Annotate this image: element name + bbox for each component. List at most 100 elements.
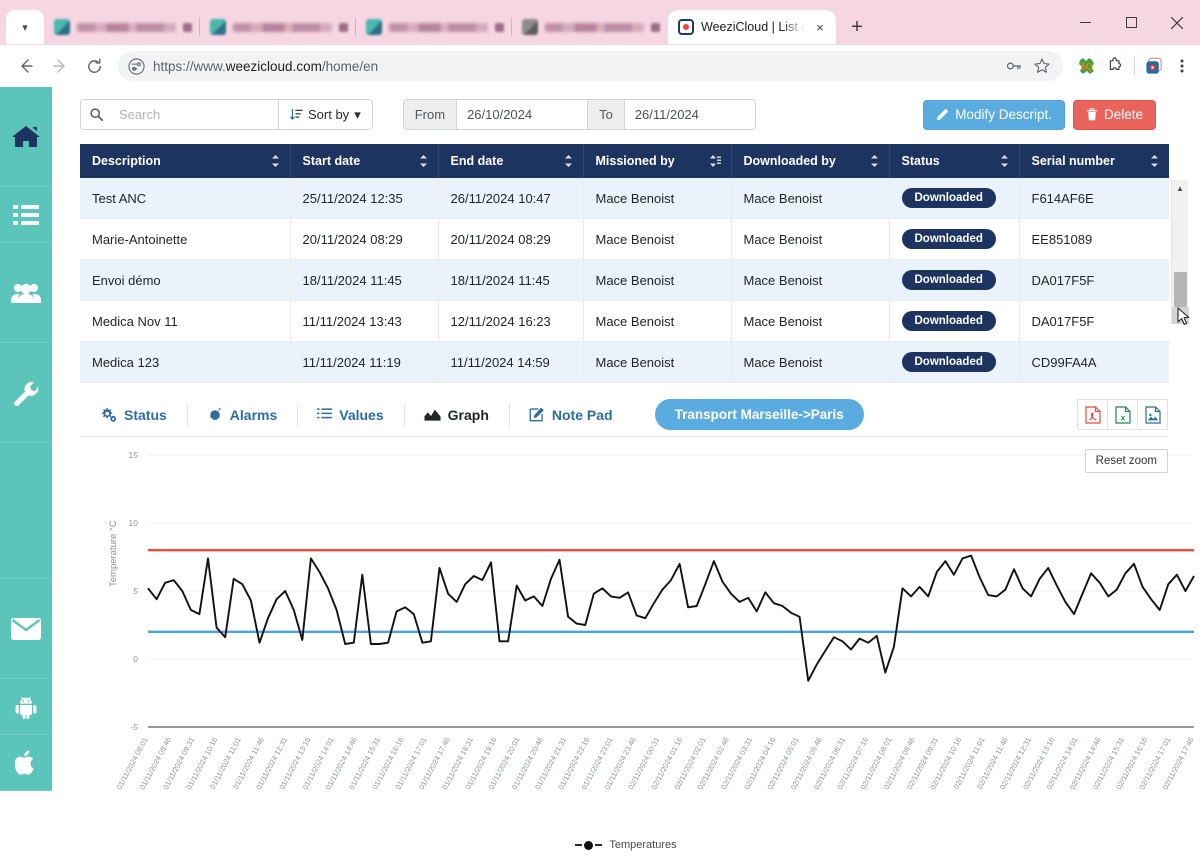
column-label: Start date xyxy=(302,154,361,168)
modify-description-button[interactable]: Modify Descript. xyxy=(923,99,1065,130)
close-icon[interactable] xyxy=(495,22,504,32)
tab-list-chevron-icon[interactable]: ▾ xyxy=(6,10,44,44)
cell-description: Marie-Antoinette xyxy=(80,218,291,260)
cell-missioned-by: Mace Benoist xyxy=(583,300,732,342)
close-icon[interactable] xyxy=(651,22,660,32)
browser-tab[interactable] xyxy=(199,10,356,44)
browser-tab[interactable] xyxy=(355,10,512,44)
active-browser-tab[interactable]: WeeziCloud | List of m × xyxy=(668,10,836,44)
reload-button[interactable] xyxy=(78,50,110,82)
column-label: Description xyxy=(92,154,161,168)
tab-values[interactable]: Values xyxy=(297,393,403,437)
sort-toggle-icon xyxy=(271,155,279,167)
table-header-row: Description Start date End date Missione… xyxy=(80,144,1169,178)
column-header-start-date[interactable]: Start date xyxy=(290,144,439,178)
main-content: Sort by ▾ From 26/10/2024 To 26/11/2024 xyxy=(52,87,1200,851)
tab-note-pad[interactable]: Note Pad xyxy=(508,393,633,437)
cell-start-date: 11/11/2024 13:43 xyxy=(290,300,439,342)
sort-icon xyxy=(290,108,303,120)
table-row[interactable]: Test ANC 25/11/2024 12:35 26/11/2024 10:… xyxy=(80,178,1169,219)
table-row[interactable]: Envoi démo 18/11/2024 11:45 18/11/2024 1… xyxy=(80,259,1169,301)
chart-y-axis-label: Temperature °C xyxy=(108,520,119,587)
column-label: Missioned by xyxy=(595,154,675,168)
tab-graph[interactable]: Graph xyxy=(403,393,509,437)
search-input[interactable] xyxy=(111,99,279,130)
cell-end-date: 20/11/2024 08:29 xyxy=(438,218,584,260)
minimize-button[interactable] xyxy=(1062,0,1108,45)
column-header-missioned-by[interactable]: Missioned by xyxy=(583,144,732,178)
tab-alarms-label: Alarms xyxy=(229,406,278,423)
delete-button[interactable]: Delete xyxy=(1072,99,1156,130)
forward-button[interactable] xyxy=(44,50,76,82)
sidebar-item-home[interactable] xyxy=(0,87,52,187)
export-excel-icon: x xyxy=(1114,405,1131,424)
sidebar-item-messages[interactable] xyxy=(0,579,52,679)
site-settings-icon[interactable] xyxy=(128,57,145,75)
reset-zoom-button[interactable]: Reset zoom xyxy=(1084,449,1168,473)
column-header-end-date[interactable]: End date xyxy=(438,144,584,178)
column-header-status[interactable]: Status xyxy=(889,144,1020,178)
maximize-button[interactable] xyxy=(1108,0,1154,45)
profile-avatar-icon[interactable] xyxy=(1144,56,1165,77)
table-row[interactable]: Marie-Antoinette 20/11/2024 08:29 20/11/… xyxy=(80,218,1169,260)
chart-canvas[interactable]: 151050-501/11/2024 08:0101/11/2024 08:46… xyxy=(52,437,1200,837)
sidebar-item-android[interactable] xyxy=(0,679,52,735)
cell-downloaded-by: Mace Benoist xyxy=(731,178,890,219)
cell-serial-number: EE851089 xyxy=(1019,218,1169,260)
chart-icon xyxy=(424,409,441,421)
tab-alarms[interactable]: Alarms xyxy=(186,393,297,437)
table-scrollbar[interactable]: ▲ ▼ xyxy=(1171,180,1189,324)
cell-end-date: 12/11/2024 16:23 xyxy=(438,300,584,342)
cell-status: Downloaded xyxy=(889,218,1020,260)
close-icon[interactable]: × xyxy=(812,20,828,35)
tab-strip: ▾ WeeziCloud | List of m × + xyxy=(0,0,1200,45)
scroll-up-icon[interactable]: ▲ xyxy=(1172,180,1189,197)
sidebar-item-apple[interactable] xyxy=(0,735,52,791)
sort-by-label: Sort by xyxy=(308,107,350,122)
column-header-downloaded-by[interactable]: Downloaded by xyxy=(731,144,890,178)
tab-status[interactable]: Status xyxy=(80,393,187,437)
sort-by-dropdown[interactable]: Sort by ▾ xyxy=(279,99,373,130)
cell-serial-number: DA017F5F xyxy=(1019,300,1169,342)
cell-status: Downloaded xyxy=(889,259,1020,301)
tab-favicon xyxy=(366,19,382,35)
close-icon[interactable] xyxy=(339,22,348,32)
address-bar[interactable]: https://www.weezicloud.com/home/en xyxy=(118,51,1063,81)
cell-start-date: 20/11/2024 08:29 xyxy=(290,218,439,260)
kebab-menu-icon[interactable] xyxy=(1174,57,1190,75)
sidebar-item-list[interactable] xyxy=(0,187,52,243)
bookmark-star-icon[interactable] xyxy=(1033,57,1051,75)
tab-favicon xyxy=(522,19,538,35)
weezicloud-favicon xyxy=(678,19,694,35)
sidebar-item-users[interactable] xyxy=(0,243,52,343)
tab-title xyxy=(545,22,644,32)
new-tab-button[interactable]: + xyxy=(842,12,872,42)
column-header-description[interactable]: Description xyxy=(80,144,291,178)
scrollbar-thumb[interactable] xyxy=(1173,272,1187,307)
cell-description: Test ANC xyxy=(80,178,291,219)
chevron-down-icon: ▾ xyxy=(354,106,361,122)
tab-graph-label: Graph xyxy=(447,406,489,423)
close-icon[interactable] xyxy=(183,22,192,32)
chart-legend: Temperatures xyxy=(52,839,1200,851)
sidebar-item-tools[interactable] xyxy=(0,343,52,443)
cell-downloaded-by: Mace Benoist xyxy=(731,259,890,301)
password-key-icon[interactable] xyxy=(1005,57,1023,75)
search-icon[interactable] xyxy=(80,99,111,130)
table-row[interactable]: Medica 123 11/11/2024 11:19 11/11/2024 1… xyxy=(80,341,1169,383)
extension-5q-icon[interactable]: 5Q xyxy=(1077,56,1097,76)
puzzle-extensions-icon[interactable] xyxy=(1106,56,1125,76)
close-window-button[interactable] xyxy=(1154,0,1200,45)
export-excel-button[interactable]: x xyxy=(1107,399,1138,430)
table-row[interactable]: Medica Nov 11 11/11/2024 13:43 12/11/202… xyxy=(80,300,1169,342)
export-pdf-button[interactable] xyxy=(1077,399,1108,430)
back-button[interactable] xyxy=(10,50,42,82)
status-badge: Downloaded xyxy=(901,311,996,331)
mission-title-button[interactable]: Transport Marseille->Paris xyxy=(654,399,864,430)
to-date-input[interactable]: 26/11/2024 xyxy=(624,99,756,130)
from-date-input[interactable]: 26/10/2024 xyxy=(457,99,589,130)
export-image-button[interactable] xyxy=(1137,399,1168,430)
browser-tab[interactable] xyxy=(44,10,200,44)
browser-tab[interactable] xyxy=(511,10,668,44)
column-header-serial-number[interactable]: Serial number xyxy=(1019,144,1169,178)
